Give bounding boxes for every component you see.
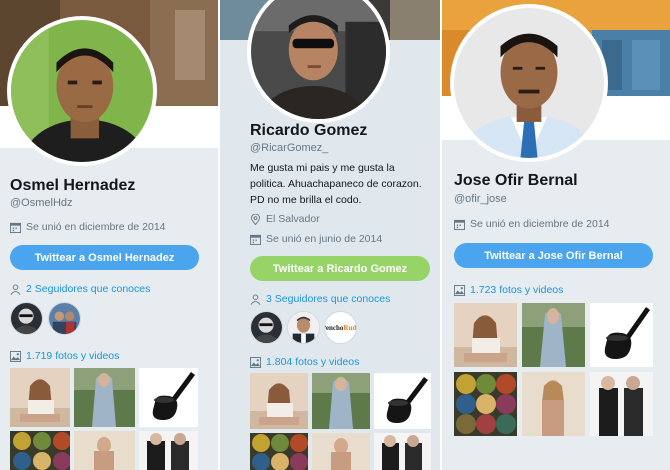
media-thumbnail[interactable]: [139, 431, 198, 470]
media-thumbnail[interactable]: [312, 433, 370, 470]
profile-bio: Me gusta mi pais y me gusta la politica.…: [250, 162, 422, 206]
follower-avatar[interactable]: [250, 311, 283, 344]
photos-videos-link[interactable]: 1.804 fotos y videos: [250, 356, 359, 368]
photos-videos-text: 1.723 fotos y videos: [470, 284, 564, 296]
media-thumbnail[interactable]: [374, 373, 431, 429]
profile-card-ricardo: Ricardo Gomez @RicarGomez_ Me gusta mi p…: [220, 0, 440, 470]
photos-videos-text: 1.719 fotos y videos: [26, 350, 120, 362]
location-pin-icon: [250, 213, 261, 225]
image-icon: [454, 284, 465, 296]
media-thumbnail[interactable]: [74, 368, 135, 427]
media-thumbnail[interactable]: [250, 433, 308, 470]
media-thumbnail[interactable]: [590, 303, 653, 367]
media-thumbnail[interactable]: [312, 373, 370, 429]
media-thumbnail[interactable]: [250, 373, 308, 429]
tweet-to-button[interactable]: Twittear a Jose Ofir Bernal: [454, 243, 653, 268]
tweet-to-button[interactable]: Twittear a Osmel Hernadez: [10, 245, 199, 270]
joined-date: Se unió en diciembre de 2014: [454, 218, 610, 230]
media-thumbnail[interactable]: [74, 431, 135, 470]
person-icon: [10, 283, 21, 295]
media-thumbnail[interactable]: [522, 303, 585, 367]
media-thumbnail[interactable]: [522, 372, 585, 436]
media-thumbnail[interactable]: [590, 372, 653, 436]
logo-text-accent: Rude: [343, 323, 357, 332]
logo-text: Pencho: [325, 323, 344, 332]
media-thumbnail[interactable]: [374, 433, 431, 470]
joined-date-text: Se unió en diciembre de 2014: [26, 221, 166, 233]
photos-videos-link[interactable]: 1.723 fotos y videos: [454, 284, 563, 296]
follower-avatar[interactable]: [287, 311, 320, 344]
joined-date: Se unió en diciembre de 2014: [10, 221, 166, 233]
image-icon: [10, 350, 21, 362]
profile-name: Osmel Hernadez: [10, 177, 136, 194]
profile-card-jose: Jose Ofir Bernal @ofir_jose Se unió en d…: [442, 0, 670, 470]
follower-avatar[interactable]: [10, 302, 43, 335]
followers-you-know-text: 3 Seguidores que conoces: [266, 293, 391, 305]
media-thumbnail[interactable]: [454, 303, 517, 367]
photos-videos-text: 1.804 fotos y videos: [266, 356, 360, 368]
image-icon: [250, 356, 261, 368]
media-thumbnail[interactable]: [139, 368, 198, 427]
followers-you-know-text: 2 Seguidores que conoces: [26, 283, 151, 295]
profile-handle: @OsmelHdz: [10, 197, 73, 209]
media-thumbnail[interactable]: [10, 431, 70, 470]
photos-videos-link[interactable]: 1.719 fotos y videos: [10, 350, 119, 362]
followers-you-know-link[interactable]: 3 Seguidores que conoces: [250, 293, 390, 305]
profile-avatar[interactable]: [7, 16, 157, 166]
media-thumbnail[interactable]: [10, 368, 70, 427]
calendar-icon: [10, 222, 21, 233]
followers-you-know-link[interactable]: 2 Seguidores que conoces: [10, 283, 150, 295]
joined-date-text: Se unió en junio de 2014: [266, 233, 383, 245]
profile-avatar[interactable]: [450, 4, 608, 162]
tweet-to-button[interactable]: Twittear a Ricardo Gomez: [250, 256, 430, 281]
person-icon: [250, 293, 261, 305]
profile-card-osmel: Osmel Hernadez @OsmelHdz Se unió en dici…: [0, 0, 218, 470]
profile-avatar[interactable]: [247, 0, 390, 123]
media-thumbnail[interactable]: [454, 372, 517, 436]
profile-location: El Salvador: [250, 213, 320, 225]
location-text: El Salvador: [266, 213, 320, 225]
joined-date-text: Se unió en diciembre de 2014: [470, 218, 610, 230]
follower-avatar-logo[interactable]: PenchoRude: [324, 311, 357, 344]
calendar-icon: [454, 219, 465, 230]
joined-date: Se unió en junio de 2014: [250, 233, 382, 245]
follower-avatar[interactable]: [48, 302, 81, 335]
profile-name: Ricardo Gomez: [250, 122, 368, 139]
profile-handle: @ofir_jose: [454, 193, 507, 205]
profile-name: Jose Ofir Bernal: [454, 172, 578, 189]
calendar-icon: [250, 234, 261, 245]
profile-handle: @RicarGomez_: [250, 142, 329, 154]
